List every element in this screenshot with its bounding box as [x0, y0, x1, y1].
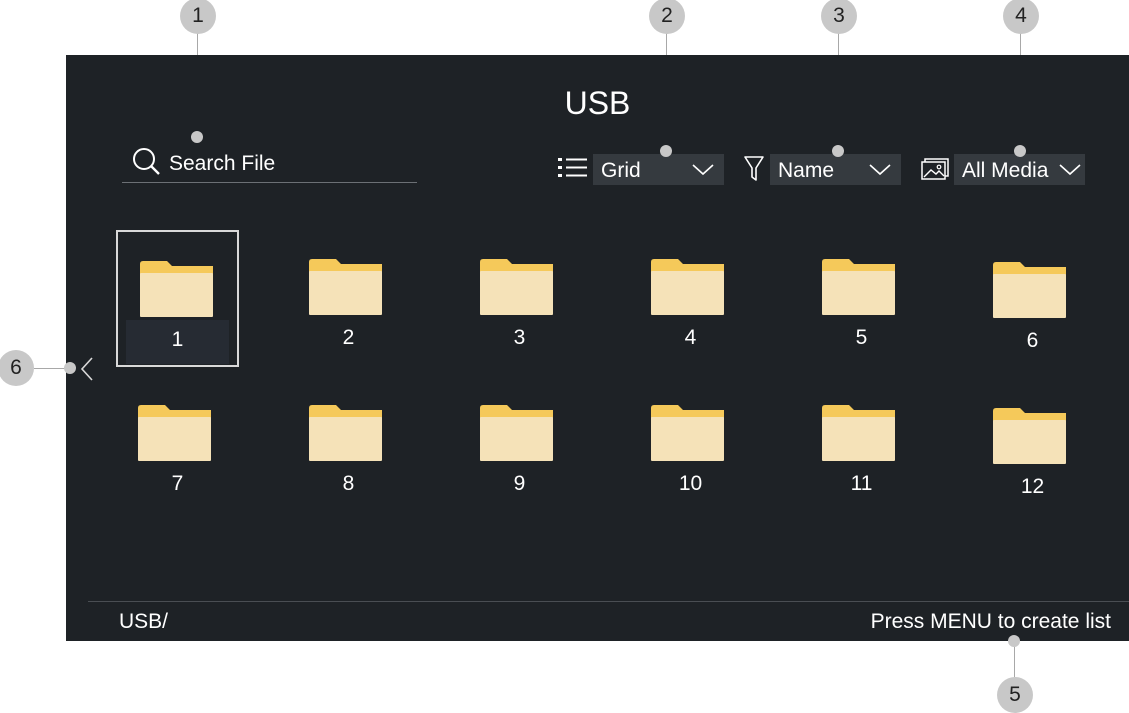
chevron-down-icon [1059, 164, 1081, 176]
folder-name: 11 [850, 472, 873, 495]
folder-item[interactable]: 3 [458, 230, 581, 367]
folder-item[interactable]: 9 [458, 376, 581, 513]
folder-icon [993, 408, 1066, 464]
folder-item[interactable]: 12 [971, 379, 1094, 516]
folder-icon [140, 261, 213, 317]
callout-dot-5 [1008, 635, 1020, 647]
folder-icon [309, 259, 382, 315]
callout-dot-4 [1014, 145, 1026, 157]
folder-item[interactable]: 1 [116, 230, 239, 367]
folder-icon [822, 405, 895, 461]
callout-badge-5: 5 [997, 677, 1033, 713]
footer-divider [88, 601, 1129, 602]
callout-dot-6 [64, 362, 76, 374]
callout-badge-6: 6 [0, 350, 34, 386]
callout-badge-4: 4 [1003, 0, 1039, 34]
folder-icon [993, 262, 1066, 318]
chevron-down-icon [869, 164, 891, 176]
folder-item[interactable]: 6 [971, 233, 1094, 370]
list-icon [558, 158, 587, 177]
folder-item[interactable]: 7 [116, 376, 239, 513]
folder-name: 7 [171, 472, 184, 495]
folder-item[interactable]: 8 [287, 376, 410, 513]
callout-dot-2 [660, 145, 672, 157]
search-label: Search File [169, 152, 276, 175]
search-icon [133, 148, 160, 175]
chevron-down-icon [692, 164, 714, 176]
usb-browser-screen: USB Search File Grid Name All Media 1 2 … [66, 55, 1129, 641]
folder-item[interactable]: 11 [800, 376, 923, 513]
search-input[interactable]: Search File [122, 145, 417, 183]
folder-item[interactable]: 5 [800, 230, 923, 367]
folder-icon [138, 405, 211, 461]
folder-item[interactable]: 2 [287, 230, 410, 367]
folder-name: 12 [1020, 475, 1045, 498]
view-mode-value: Grid [601, 159, 641, 182]
folder-icon [480, 259, 553, 315]
folder-icon [651, 405, 724, 461]
callout-dot-3 [832, 145, 844, 157]
filter-icon [744, 156, 764, 181]
folder-name: 1 [171, 328, 184, 351]
media-type-dropdown[interactable]: All Media [954, 154, 1085, 185]
view-mode-dropdown[interactable]: Grid [593, 154, 724, 185]
folder-name: 5 [855, 326, 868, 349]
folder-name: 4 [684, 326, 697, 349]
folder-name: 8 [342, 472, 355, 495]
folder-name: 9 [513, 472, 526, 495]
page-title: USB [564, 85, 631, 121]
folder-name: 10 [678, 472, 703, 495]
callout-badge-2: 2 [649, 0, 685, 34]
menu-hint: Press MENU to create list [870, 610, 1111, 633]
callout-badge-1: 1 [180, 0, 216, 34]
image-icon [921, 158, 949, 180]
media-type-value: All Media [962, 159, 1049, 182]
folder-icon [651, 259, 724, 315]
folder-icon [480, 405, 553, 461]
current-path: USB/ [119, 610, 169, 633]
folder-item[interactable]: 10 [629, 376, 752, 513]
sort-dropdown[interactable]: Name [770, 154, 901, 185]
folder-name: 6 [1026, 329, 1039, 352]
folder-icon [822, 259, 895, 315]
chevron-left-icon[interactable] [80, 356, 94, 382]
folder-icon [309, 405, 382, 461]
callout-dot-1 [191, 131, 203, 143]
folder-name: 3 [513, 326, 526, 349]
sort-value: Name [778, 159, 835, 182]
folder-item[interactable]: 4 [629, 230, 752, 367]
callout-badge-3: 3 [821, 0, 857, 34]
folder-name: 2 [342, 326, 355, 349]
